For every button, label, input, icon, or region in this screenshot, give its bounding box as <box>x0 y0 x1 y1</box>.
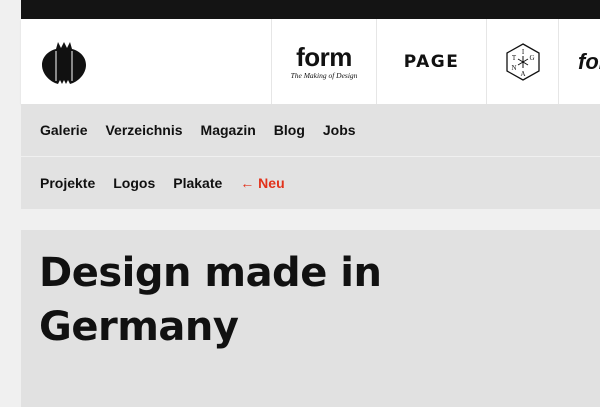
new-label: ← Neu <box>240 175 285 191</box>
site-header: form The Making of Design PAGE I G A N T… <box>21 19 600 104</box>
igna-letter-top: I <box>521 48 524 56</box>
hero-section: Design made in Germany <box>21 230 600 407</box>
form-logo-text: form <box>296 41 352 72</box>
nav-item-galerie[interactable]: Galerie <box>40 122 87 138</box>
nav-item-magazin[interactable]: Magazin <box>201 122 256 138</box>
page: form The Making of Design PAGE I G A N T… <box>21 0 600 407</box>
igna-letter-top-right: G <box>529 54 534 62</box>
eagle-emblem-icon <box>42 42 86 84</box>
igna-letter-top-left: T <box>511 54 516 62</box>
primary-nav: Galerie Verzeichnis Magazin Blog Jobs <box>21 104 600 157</box>
nav-item-plakate[interactable]: Plakate <box>173 175 222 191</box>
partner-page-link[interactable]: PAGE <box>376 19 486 104</box>
form-cut-logo-text: for <box>578 48 600 74</box>
nav-item-projekte[interactable]: Projekte <box>40 175 95 191</box>
nav-item-verzeichnis[interactable]: Verzeichnis <box>105 122 182 138</box>
nav-item-logos[interactable]: Logos <box>113 175 155 191</box>
partner-form-cut-link[interactable]: for <box>558 19 600 104</box>
hero-title: Design made in Germany <box>39 250 382 350</box>
page-logo-text: PAGE <box>403 51 460 72</box>
partner-igna-link[interactable]: I G A N T <box>486 19 558 104</box>
secondary-nav: Projekte Logos Plakate ← Neu <box>21 157 600 209</box>
igna-letter-bottom: A <box>520 70 525 78</box>
site-logo-link[interactable] <box>40 40 88 86</box>
partner-form-link[interactable]: form The Making of Design <box>271 19 376 104</box>
nav-item-blog[interactable]: Blog <box>274 122 305 138</box>
form-logo-tagline: The Making of Design <box>290 70 358 80</box>
igna-letter-bottom-left: N <box>511 64 516 72</box>
nav-item-jobs[interactable]: Jobs <box>323 122 356 138</box>
igna-hexagon-logo-icon: I G A N T <box>505 42 540 81</box>
top-bar <box>21 0 600 19</box>
